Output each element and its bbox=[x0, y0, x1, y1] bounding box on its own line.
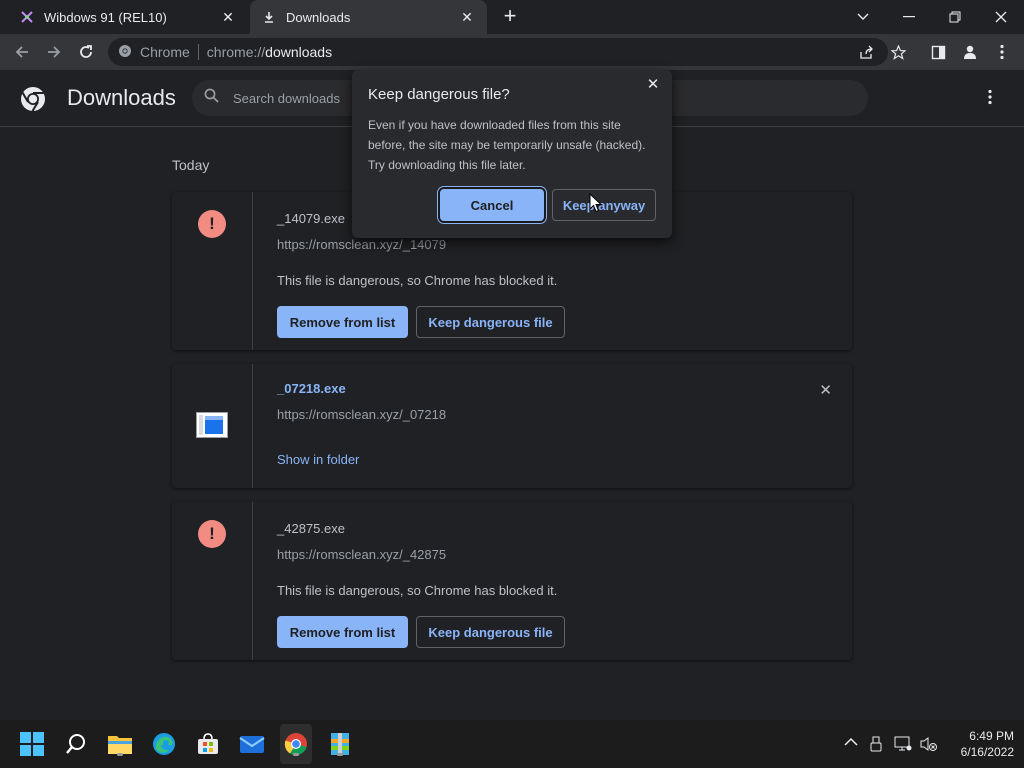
tab-close-icon[interactable]: ✕ bbox=[218, 7, 238, 27]
item-icon-column: ! bbox=[172, 192, 253, 350]
profile-icon[interactable] bbox=[956, 38, 984, 66]
minimize-icon[interactable] bbox=[886, 0, 932, 34]
danger-description: This file is dangerous, so Chrome has bl… bbox=[277, 273, 558, 288]
keep-dangerous-file-button[interactable]: Keep dangerous file bbox=[416, 306, 565, 338]
tab-close-icon[interactable]: ✕ bbox=[457, 7, 477, 27]
file-url[interactable]: https://romsclean.xyz/_07218 bbox=[277, 407, 446, 422]
show-in-folder-link[interactable]: Show in folder bbox=[277, 452, 359, 467]
taskbar: 6:49 PM 6/16/2022 bbox=[0, 720, 1024, 768]
show-hidden-icons-chevron-up-icon[interactable] bbox=[844, 734, 858, 750]
side-panel-icon[interactable] bbox=[924, 38, 952, 66]
mail-icon[interactable] bbox=[236, 728, 268, 760]
running-indicator bbox=[337, 753, 343, 756]
file-name: _42875.exe bbox=[277, 521, 345, 536]
close-window-icon[interactable] bbox=[978, 0, 1024, 34]
running-indicator bbox=[117, 753, 123, 756]
warning-icon: ! bbox=[198, 210, 226, 238]
file-name-link[interactable]: _07218.exe bbox=[277, 381, 346, 396]
file-name: _14079.exe bbox=[277, 211, 345, 226]
new-tab-button[interactable]: + bbox=[498, 5, 522, 29]
tab-title: Downloads bbox=[286, 9, 351, 25]
download-item: _07218.exe ✕ https://romsclean.xyz/_0721… bbox=[172, 364, 852, 488]
share-icon[interactable] bbox=[852, 38, 880, 66]
forward-icon[interactable] bbox=[40, 38, 68, 66]
browser-menu-icon[interactable] bbox=[988, 38, 1016, 66]
exe-file-icon bbox=[196, 412, 228, 438]
tab-search-icon[interactable] bbox=[840, 0, 886, 34]
browser-toolbar: Chrome chrome://downloads bbox=[0, 34, 1024, 70]
item-icon-column bbox=[172, 364, 253, 488]
keep-dangerous-file-button[interactable]: Keep dangerous file bbox=[416, 616, 565, 648]
remove-item-close-icon[interactable]: ✕ bbox=[819, 381, 832, 399]
site-favicon-icon bbox=[20, 10, 34, 24]
usb-device-icon[interactable] bbox=[870, 736, 882, 755]
running-indicator bbox=[293, 753, 299, 756]
url-text: chrome://downloads bbox=[207, 44, 332, 60]
search-icon[interactable] bbox=[60, 728, 92, 760]
url-prefix: chrome:// bbox=[206, 44, 266, 60]
warning-icon: ! bbox=[198, 520, 226, 548]
tab-title: Wibdows 91 (REL10) bbox=[44, 9, 167, 25]
danger-description: This file is dangerous, so Chrome has bl… bbox=[277, 583, 558, 598]
tab-strip: Wibdows 91 (REL10) ✕ Downloads ✕ + bbox=[0, 0, 1024, 34]
bookmark-star-icon[interactable] bbox=[884, 38, 912, 66]
taskbar-clock[interactable]: 6:49 PM 6/16/2022 bbox=[940, 728, 1014, 760]
keep-anyway-button[interactable]: Keep anyway bbox=[552, 189, 656, 221]
back-icon[interactable] bbox=[8, 38, 36, 66]
keep-dangerous-file-dialog: Keep dangerous file? ✕ Even if you have … bbox=[352, 70, 672, 238]
download-item: ! _42875.exe https://romsclean.xyz/_4287… bbox=[172, 502, 852, 660]
url-path: downloads bbox=[265, 44, 333, 60]
omnibox-divider bbox=[197, 44, 199, 60]
remove-from-list-button[interactable]: Remove from list bbox=[277, 616, 408, 648]
file-explorer-icon[interactable] bbox=[104, 728, 136, 760]
clock-date: 6/16/2022 bbox=[960, 745, 1014, 759]
chrome-icon[interactable] bbox=[280, 728, 312, 760]
cancel-button[interactable]: Cancel bbox=[440, 189, 544, 221]
winrar-icon[interactable] bbox=[324, 728, 356, 760]
dialog-title: Keep dangerous file? bbox=[368, 86, 510, 103]
dialog-close-icon[interactable]: ✕ bbox=[642, 74, 664, 96]
dialog-message: Even if you have downloaded files from t… bbox=[368, 118, 646, 172]
edge-icon[interactable] bbox=[148, 728, 180, 760]
clock-time: 6:49 PM bbox=[969, 729, 1014, 743]
address-bar[interactable]: Chrome chrome://downloads bbox=[108, 38, 888, 66]
volume-muted-icon[interactable] bbox=[920, 736, 938, 755]
date-section-label: Today bbox=[172, 157, 210, 173]
reload-icon[interactable] bbox=[72, 38, 100, 66]
restore-icon[interactable] bbox=[932, 0, 978, 34]
page-title: Downloads bbox=[67, 85, 176, 110]
network-ethernet-icon[interactable] bbox=[894, 736, 912, 755]
tab-downloads[interactable]: Downloads ✕ bbox=[250, 0, 487, 34]
remove-from-list-button[interactable]: Remove from list bbox=[277, 306, 408, 338]
search-icon bbox=[204, 88, 219, 108]
chrome-site-icon bbox=[118, 44, 132, 61]
file-url[interactable]: https://romsclean.xyz/_42875 bbox=[277, 547, 446, 562]
item-icon-column: ! bbox=[172, 502, 253, 660]
tab-wibdows[interactable]: Wibdows 91 (REL10) ✕ bbox=[0, 0, 248, 34]
start-icon[interactable] bbox=[16, 728, 48, 760]
chrome-logo-icon bbox=[20, 86, 46, 112]
download-icon bbox=[262, 10, 276, 24]
mouse-cursor-icon bbox=[589, 192, 603, 213]
store-icon[interactable] bbox=[192, 728, 224, 760]
downloads-menu-icon[interactable] bbox=[978, 88, 1002, 112]
file-url[interactable]: https://romsclean.xyz/_14079 bbox=[277, 237, 446, 252]
site-label: Chrome bbox=[140, 44, 190, 60]
